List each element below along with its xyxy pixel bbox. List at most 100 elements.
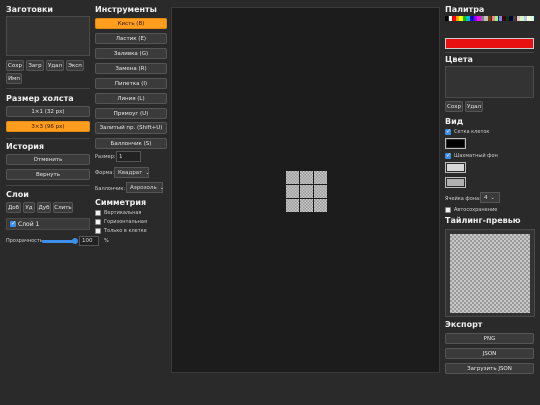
divider <box>6 138 90 139</box>
bg-cell-value: 4 <box>484 194 488 201</box>
pixel-cell[interactable] <box>300 171 313 184</box>
pixel-cell[interactable] <box>300 185 313 198</box>
palette-swatches[interactable] <box>445 16 535 21</box>
brush-shape-value: Квадрат <box>118 169 143 176</box>
tools-title: Инструменты <box>95 5 157 14</box>
tool-filled-rect-button[interactable]: Залитый пр. (Shift+U) <box>95 122 167 134</box>
preset-export-button[interactable]: Эксп <box>66 60 84 71</box>
tool-eyedropper-button[interactable]: Пипетка (I) <box>95 78 167 89</box>
layers-title: Слои <box>6 190 29 199</box>
cell-grid-checkbox[interactable] <box>445 128 451 136</box>
layer-visibility-checkbox[interactable] <box>10 220 16 228</box>
spray-select[interactable]: Аэрозоль ⌄ <box>126 182 164 193</box>
opacity-slider-track[interactable] <box>42 240 76 243</box>
checker-color-b-fill <box>447 179 464 186</box>
tool-fill-button[interactable]: Заливка (G) <box>95 48 167 59</box>
brush-size-input[interactable]: 1 <box>116 151 141 162</box>
load-json-button[interactable]: Загрузить JSON <box>445 363 534 374</box>
symmetry-horizontal-checkbox[interactable] <box>95 219 101 225</box>
autosave-label: Автосохранение <box>454 207 498 213</box>
color-delete-button[interactable]: Удал <box>465 101 483 112</box>
drawing-canvas-area[interactable] <box>171 7 440 373</box>
divider <box>6 185 90 186</box>
pixel-cell[interactable] <box>286 171 299 184</box>
merge-layer-button[interactable]: Слить <box>53 202 73 213</box>
pixel-grid[interactable] <box>286 171 327 212</box>
chevron-down-icon: ⌄ <box>159 184 164 191</box>
chevron-down-icon: ⌄ <box>490 194 495 201</box>
bg-cell-select[interactable]: 4 ⌄ <box>480 192 500 203</box>
colors-title: Цвета <box>445 55 473 64</box>
preset-save-button[interactable]: Сохр <box>6 60 24 71</box>
layer-item[interactable]: Слой 1 <box>6 218 90 230</box>
opacity-label: Прозрачность <box>6 238 43 244</box>
bg-cell-label: Ячейка фона: <box>445 196 481 202</box>
preset-import-button[interactable]: Имп <box>6 73 22 84</box>
presets-title: Заготовки <box>6 5 53 14</box>
history-title: История <box>6 142 45 151</box>
presets-list[interactable] <box>6 16 90 56</box>
autosave-checkbox[interactable] <box>445 207 451 213</box>
symmetry-vertical-label: Вертикальная <box>104 210 142 216</box>
tool-spray-button[interactable]: Баллончик (S) <box>95 138 167 149</box>
cell-grid-color-picker[interactable] <box>445 138 466 149</box>
checker-bg-checkbox[interactable] <box>445 152 451 160</box>
duplicate-layer-button[interactable]: Дуб <box>37 202 51 213</box>
current-color-fill <box>446 39 533 48</box>
checker-bg-label: Шахматный фон <box>454 153 498 159</box>
preset-delete-button[interactable]: Удал <box>46 60 64 71</box>
palette-title: Палитра <box>445 5 485 14</box>
canvas-size-1x1-button[interactable]: 1×1 (32 px) <box>6 106 90 117</box>
cell-grid-color-fill <box>447 140 464 147</box>
checker-color-b-picker[interactable] <box>445 177 466 188</box>
pixel-cell[interactable] <box>286 199 299 212</box>
divider <box>445 52 534 53</box>
view-title: Вид <box>445 117 464 126</box>
undo-button[interactable]: Отменить <box>6 154 90 165</box>
tool-line-button[interactable]: Линия (L) <box>95 93 167 104</box>
opacity-input[interactable]: 100 <box>79 236 99 246</box>
tool-rect-button[interactable]: Прямоуг (U) <box>95 108 167 119</box>
pixel-cell[interactable] <box>286 185 299 198</box>
spray-label: Баллончик: <box>95 186 126 192</box>
divider <box>6 88 90 89</box>
symmetry-title: Симметрия <box>95 198 147 207</box>
opacity-slider-thumb[interactable] <box>72 238 78 244</box>
brush-size-label: Размер: <box>95 154 116 160</box>
pixel-cell[interactable] <box>314 185 327 198</box>
tiling-preview <box>450 234 530 313</box>
spray-value: Аэрозоль <box>130 184 157 191</box>
symmetry-horizontal-label: Горизонтальная <box>104 219 147 225</box>
add-layer-button[interactable]: Доб <box>6 202 21 213</box>
canvas-size-3x3-button[interactable]: 3×3 (96 px) <box>6 121 90 132</box>
pixel-cell[interactable] <box>314 171 327 184</box>
symmetry-cell-only-label: Только в клетке <box>104 228 147 234</box>
chevron-down-icon: ⌄ <box>145 169 150 176</box>
current-color-swatch[interactable] <box>445 38 534 49</box>
export-title: Экспорт <box>445 320 483 329</box>
tool-brush-button[interactable]: Кисть (B) <box>95 18 167 29</box>
symmetry-vertical-checkbox[interactable] <box>95 210 101 216</box>
preset-load-button[interactable]: Загр <box>26 60 44 71</box>
brush-shape-select[interactable]: Квадрат ⌄ <box>114 167 150 178</box>
cell-grid-label: Сетка клеток <box>454 129 490 135</box>
pixel-cell[interactable] <box>300 199 313 212</box>
palette-swatch[interactable] <box>530 16 535 21</box>
delete-layer-button[interactable]: Уд <box>23 202 35 213</box>
export-json-button[interactable]: JSON <box>445 348 534 359</box>
layer-name: Слой 1 <box>18 221 40 228</box>
checker-color-a-fill <box>447 164 464 171</box>
canvas-size-title: Размер холста <box>6 94 74 103</box>
export-png-button[interactable]: PNG <box>445 333 534 344</box>
pixel-cell[interactable] <box>314 199 327 212</box>
redo-button[interactable]: Вернуть <box>6 169 90 180</box>
tool-replace-button[interactable]: Замена (R) <box>95 63 167 74</box>
color-save-button[interactable]: Сохр <box>445 101 463 112</box>
tiling-title: Тайлинг-превью <box>445 216 521 225</box>
tool-eraser-button[interactable]: Ластик (E) <box>95 33 167 44</box>
symmetry-cell-only-checkbox[interactable] <box>95 228 101 234</box>
saved-colors-list[interactable] <box>445 66 534 98</box>
opacity-unit: % <box>104 238 109 244</box>
brush-shape-label: Форма: <box>95 170 115 176</box>
checker-color-a-picker[interactable] <box>445 162 466 173</box>
